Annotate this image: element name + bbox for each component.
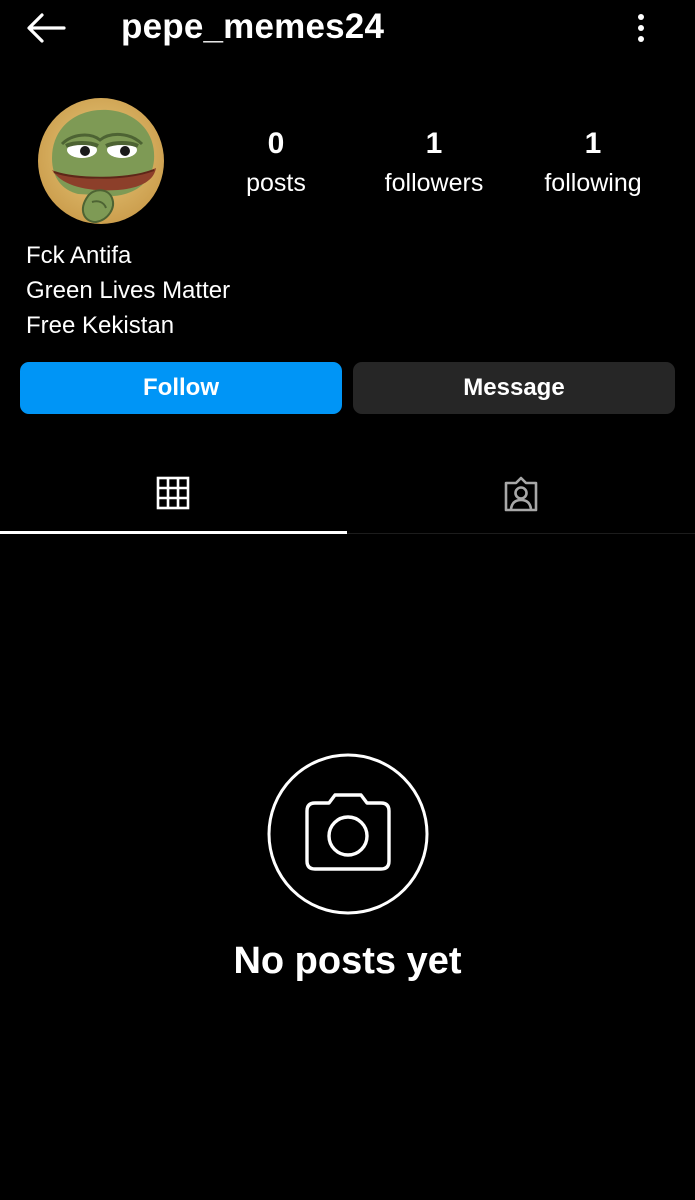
message-button[interactable]: Message (353, 362, 675, 414)
tab-posts-grid[interactable] (0, 452, 347, 534)
pepe-avatar-image (38, 98, 164, 224)
more-vertical-icon (638, 14, 644, 42)
profile-bio: Fck Antifa Green Lives Matter Free Kekis… (26, 238, 230, 343)
camera-circle (267, 753, 429, 915)
more-options-button[interactable] (624, 10, 658, 46)
profile-avatar[interactable] (38, 98, 164, 224)
profile-tabs (0, 452, 695, 536)
posts-count: 0 (267, 127, 285, 160)
top-bar: pepe_memes24 (0, 0, 695, 56)
empty-posts-state: No posts yet (0, 753, 695, 983)
empty-state-title: No posts yet (233, 940, 462, 982)
camera-icon (267, 753, 428, 915)
follow-button[interactable]: Follow (20, 362, 342, 414)
bio-line: Fck Antifa (26, 242, 132, 269)
following-label: following (544, 169, 642, 197)
following-stat[interactable]: 1 following (518, 125, 668, 199)
profile-username: pepe_memes24 (121, 7, 385, 46)
following-count: 1 (584, 127, 602, 160)
posts-label: posts (246, 169, 306, 197)
back-button[interactable] (22, 10, 70, 46)
grid-icon (156, 476, 190, 510)
active-tab-indicator (0, 531, 347, 534)
followers-count: 1 (425, 127, 443, 160)
followers-label: followers (384, 169, 484, 197)
followers-stat[interactable]: 1 followers (359, 125, 509, 199)
tab-tagged[interactable] (348, 452, 695, 534)
posts-stat[interactable]: 0 posts (201, 125, 351, 199)
arrow-left-icon (27, 13, 66, 43)
tabs-divider (347, 533, 695, 534)
bio-line: Free Kekistan (26, 312, 175, 339)
tagged-user-icon (504, 476, 538, 512)
bio-line: Green Lives Matter (26, 277, 231, 304)
